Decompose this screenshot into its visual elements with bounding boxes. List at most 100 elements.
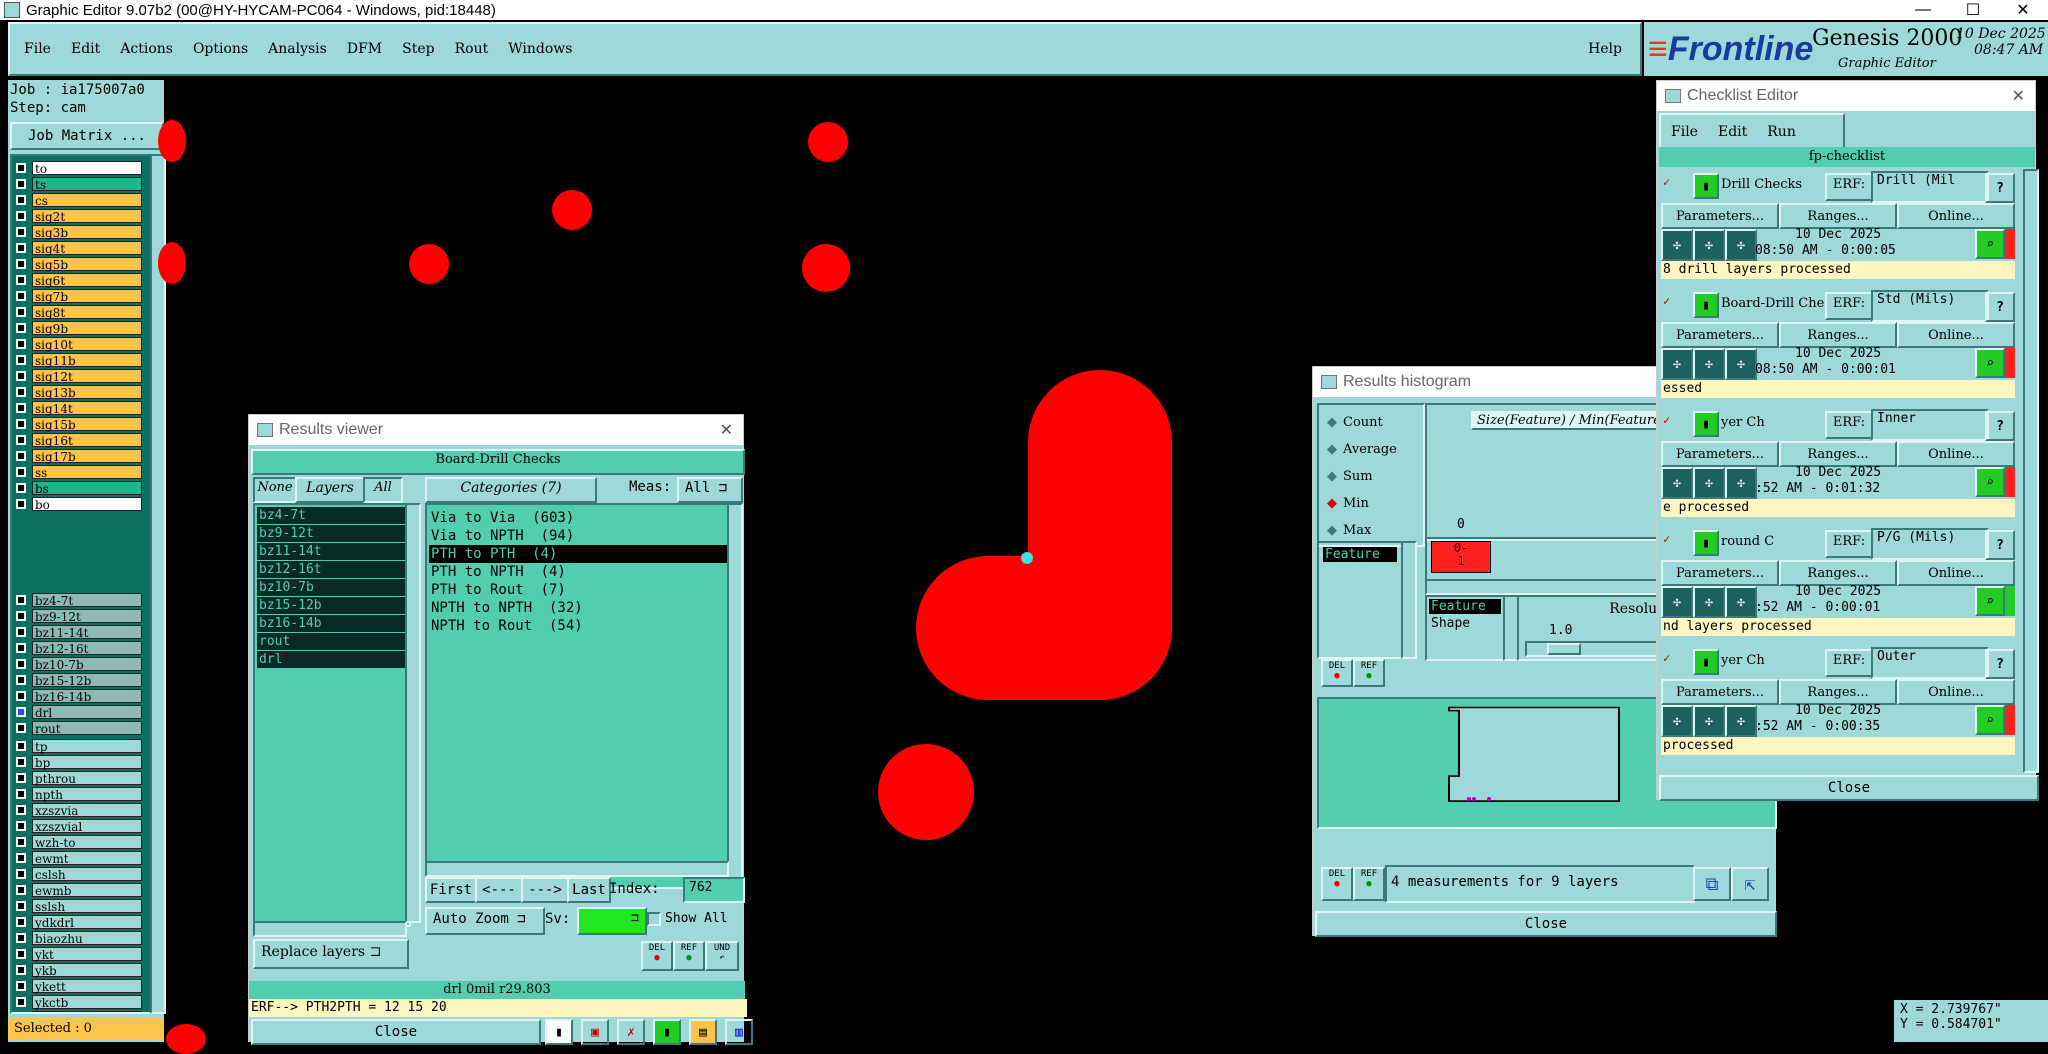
replace-layers-select[interactable]: Replace layers ⊐ <box>253 939 409 969</box>
category-item[interactable]: PTH to PTH (4) <box>429 545 729 563</box>
online-button[interactable]: Online... <box>1897 203 2015 229</box>
zoom-icon[interactable]: ⌕ <box>1975 586 2005 616</box>
close-icon[interactable]: ✕ <box>2012 86 2025 106</box>
layer-name[interactable]: bp <box>32 755 142 770</box>
layer-name[interactable]: sig14t <box>32 401 142 416</box>
categories-scrollbar[interactable] <box>727 503 743 881</box>
layer-row[interactable]: sig2t <box>12 208 142 224</box>
parameters-button[interactable]: Parameters... <box>1661 203 1779 229</box>
result-layer-item[interactable]: bz12-16t <box>257 561 407 578</box>
run-icon[interactable]: ✣ <box>1725 229 1757 261</box>
categories-hscroll[interactable] <box>425 861 729 877</box>
item-action-icon[interactable]: ▮ <box>1693 411 1719 437</box>
layer-name[interactable]: sig7b <box>32 289 142 304</box>
layer-checkbox[interactable] <box>16 869 26 879</box>
item-check-icon[interactable]: ✓ <box>1663 413 1670 427</box>
layer-name[interactable]: to.d <box>32 1011 142 1012</box>
layer-name[interactable]: sig13b <box>32 385 142 400</box>
hist-ref-button[interactable]: REF ● <box>1353 659 1385 687</box>
layer-name[interactable]: bz12-16t <box>32 641 142 656</box>
layer-row[interactable]: npth <box>12 786 142 802</box>
zoom-layer-icon[interactable]: ⧉ <box>1693 867 1731 901</box>
checklist-scrollbar[interactable] <box>2023 169 2039 773</box>
layer-name[interactable]: biaozhu <box>32 931 142 946</box>
layer-row[interactable]: sig10t <box>12 336 142 352</box>
layer-name[interactable]: sig4t <box>32 241 142 256</box>
help-icon[interactable]: ? <box>1985 173 2015 203</box>
layer-checkbox[interactable] <box>16 323 26 333</box>
zoom-icon[interactable]: ⌕ <box>1975 348 2005 378</box>
menu-file[interactable]: File <box>24 41 51 57</box>
layer-row[interactable]: sig6t <box>12 272 142 288</box>
result-layer-item[interactable]: bz9-12t <box>257 525 407 542</box>
layer-checkbox[interactable] <box>16 307 26 317</box>
layer-row[interactable]: bz11-14t <box>12 624 142 640</box>
layer-name[interactable]: ykt <box>32 947 142 962</box>
layer-name[interactable]: sig9b <box>32 321 142 336</box>
layer-checkbox[interactable] <box>16 675 26 685</box>
result-layer-item[interactable]: rout <box>257 633 407 650</box>
ref-button[interactable]: REF ● <box>673 941 705 971</box>
online-button[interactable]: Online... <box>1897 679 2015 705</box>
layer-name[interactable]: sig5b <box>32 257 142 272</box>
item-erf-value[interactable]: Outer <box>1871 647 1989 679</box>
result-layer-item[interactable]: bz4-7t <box>257 507 407 524</box>
layer-name[interactable]: bz4-7t <box>32 593 142 608</box>
layer-name[interactable]: bz9-12t <box>32 609 142 624</box>
slider-thumb[interactable] <box>1547 643 1581 655</box>
run-icon[interactable]: ✣ <box>1661 586 1693 618</box>
layer-row[interactable]: bs <box>12 480 142 496</box>
zoom-icon[interactable]: ⌕ <box>1975 705 2005 735</box>
hist-del-button[interactable]: DEL ● <box>1321 659 1353 687</box>
layer-row[interactable]: bz12-16t <box>12 640 142 656</box>
layer-row[interactable]: cs <box>12 192 142 208</box>
prev-button[interactable]: <--- <box>475 877 523 903</box>
layer-row[interactable]: sig16t <box>12 432 142 448</box>
layer-checkbox[interactable] <box>16 291 26 301</box>
layer-name[interactable]: ts <box>32 177 142 192</box>
zoom-icon[interactable]: ⌕ <box>1975 229 2005 259</box>
layer-row[interactable]: ykctb <box>12 994 142 1010</box>
result-layer-item[interactable]: bz11-14t <box>257 543 407 560</box>
job-matrix-button[interactable]: Job Matrix ... <box>10 122 164 150</box>
layer-name[interactable]: ykb <box>32 963 142 978</box>
layer-name[interactable]: bz16-14b <box>32 689 142 704</box>
help-icon[interactable]: ? <box>1985 649 2015 679</box>
run-icon[interactable]: ✣ <box>1725 586 1757 618</box>
layer-row[interactable]: rout <box>12 720 142 736</box>
layer-row[interactable]: ts <box>12 176 142 192</box>
histogram-bar[interactable]: 0- 1 <box>1431 541 1491 573</box>
layer-checkbox[interactable] <box>16 387 26 397</box>
layer-checkbox[interactable] <box>16 195 26 205</box>
run-icon[interactable]: ✣ <box>1693 467 1725 499</box>
layer-row[interactable]: wzh-to <box>12 834 142 850</box>
layer-name[interactable]: sig3b <box>32 225 142 240</box>
item-check-icon[interactable]: ✓ <box>1663 294 1670 308</box>
layer-checkbox[interactable] <box>16 885 26 895</box>
category-item[interactable]: PTH to Rout (7) <box>429 581 729 599</box>
layer-checkbox[interactable] <box>16 837 26 847</box>
histogram-close-button[interactable]: Close <box>1315 911 1777 937</box>
next-button[interactable]: ---> <box>521 877 569 903</box>
layer-row[interactable]: xzszvial <box>12 818 142 834</box>
checklist-menu-run[interactable]: Run <box>1767 124 1796 140</box>
checklist-close-button[interactable]: Close <box>1659 775 2039 801</box>
results-close-button[interactable]: Close <box>251 1019 541 1045</box>
layer-name[interactable]: ewmb <box>32 883 142 898</box>
category-item[interactable]: NPTH to NPTH (32) <box>429 599 729 617</box>
layer-row[interactable]: bz10-7b <box>12 656 142 672</box>
layer-checkbox[interactable] <box>16 949 26 959</box>
layer-row[interactable]: biaozhu <box>12 930 142 946</box>
tool-icon-3[interactable]: ✗ <box>617 1019 645 1045</box>
layer-checkbox[interactable] <box>16 981 26 991</box>
layer-row[interactable]: to <box>12 160 142 176</box>
layer-checkbox[interactable] <box>16 707 26 717</box>
layer-checkbox[interactable] <box>16 435 26 445</box>
layer-row[interactable]: sig13b <box>12 384 142 400</box>
item-erf-value[interactable]: P/G (Mils) <box>1871 528 1989 560</box>
layer-checkbox[interactable] <box>16 933 26 943</box>
radio-indicator[interactable]: ◆ <box>1327 469 1339 484</box>
layer-name[interactable]: drl <box>32 705 142 720</box>
ranges-button[interactable]: Ranges... <box>1779 203 1897 229</box>
layer-row[interactable]: sig3b <box>12 224 142 240</box>
